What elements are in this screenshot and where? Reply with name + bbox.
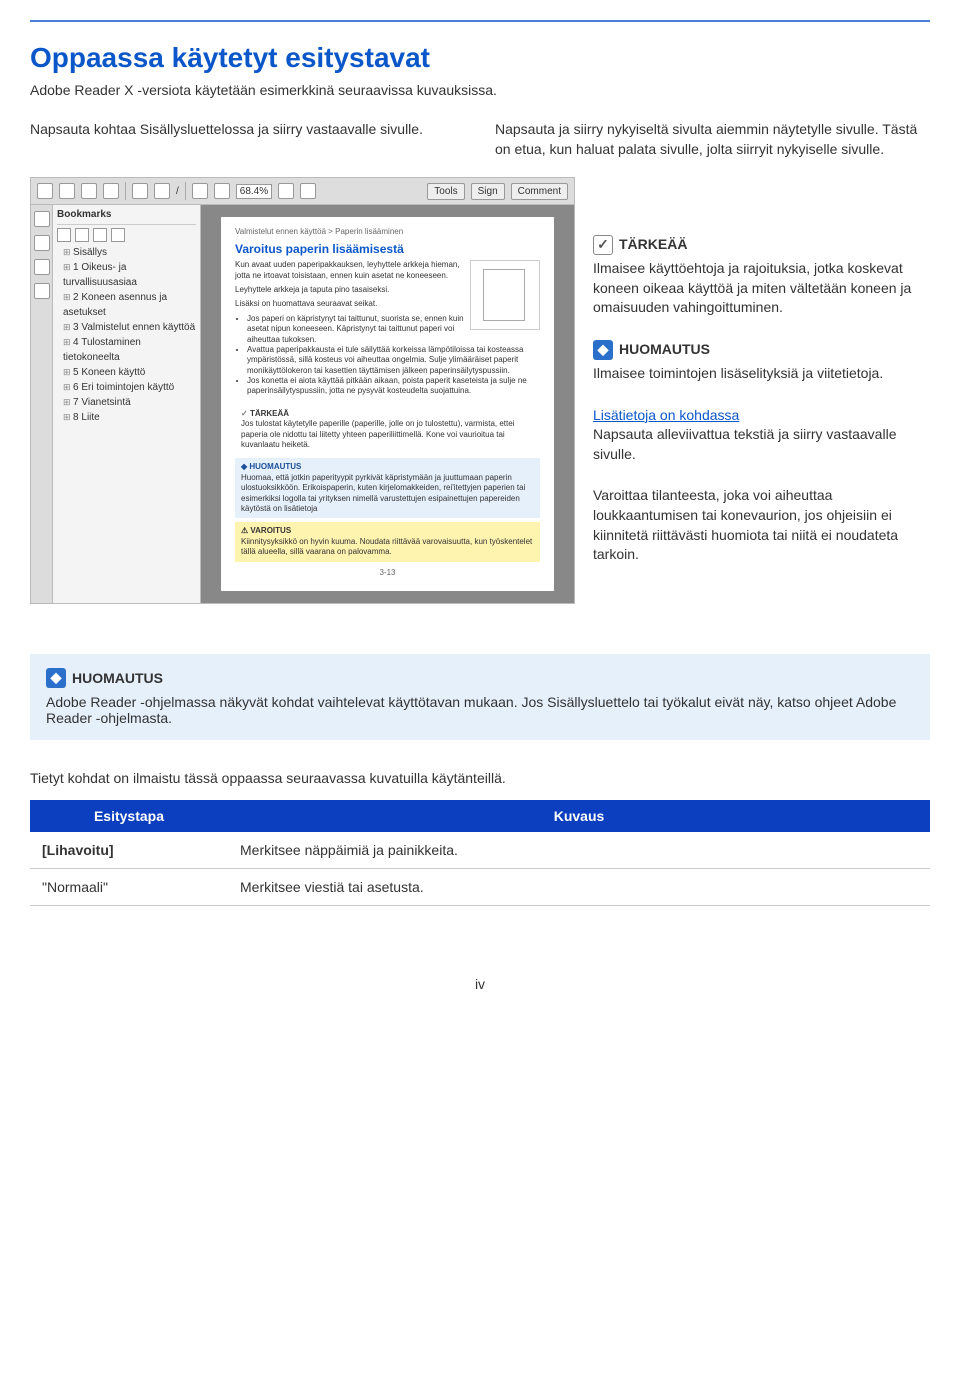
info-callout-body: Ilmaisee toimintojen lisäselityksiä ja v… (593, 364, 930, 384)
important-note: TÄRKEÄÄ Jos tulostat käytetylle paperill… (235, 405, 540, 455)
separator (185, 182, 186, 200)
info-note: HUOMAUTUS Huomaa, että jotkin paperityyp… (235, 458, 540, 518)
zoom-in-icon[interactable] (214, 183, 230, 199)
signatures-icon[interactable] (34, 283, 50, 299)
paper-illustration (470, 260, 540, 330)
huomautus-body: Adobe Reader -ohjelmassa näkyvät kohdat … (46, 694, 914, 726)
fit-icon[interactable] (278, 183, 294, 199)
warning-body: Kiinnitysyksikkö on hyvin kuuma. Noudata… (241, 537, 534, 558)
warning-callout: Varoittaa tilanteesta, joka voi aiheutta… (593, 486, 930, 564)
prev-page-icon[interactable] (132, 183, 148, 199)
info-body: Huomaa, että jotkin paperityypit pyrkivä… (241, 473, 534, 515)
bookmarks-list: Sisällys 1 Oikeus- ja turvallisuusasiaa … (57, 245, 196, 425)
adobe-toolbar: / 68.4% Tools Sign Comment (31, 178, 574, 205)
thumbnails-icon[interactable] (34, 211, 50, 227)
important-callout: ✓ TÄRKEÄÄ Ilmaisee käyttöehtoja ja rajoi… (593, 235, 930, 318)
link-body: Napsauta alleviivattua tekstiä ja siirry… (593, 425, 930, 464)
pdf-page: Valmistelut ennen käyttöä > Paperin lisä… (221, 217, 554, 590)
important-callout-head: TÄRKEÄÄ (619, 235, 687, 255)
bookmark-item[interactable]: 3 Valmistelut ennen käyttöä (57, 320, 196, 335)
callout-right: Napsauta ja siirry nykyiseltä sivulta ai… (495, 120, 930, 159)
bookmarks-panel: Bookmarks Sisällys 1 Oikeus- ja turvalli… (53, 205, 201, 602)
adobe-nav-strip (31, 205, 53, 602)
page-list-item: Jos konetta ei aiota käyttää pitkään aik… (247, 376, 540, 397)
table-row: [Lihavoitu] Merkitsee näppäimiä ja paini… (30, 832, 930, 869)
page-title: Oppaassa käytetyt esitystavat (30, 42, 930, 74)
bookmark-item[interactable]: 2 Koneen asennus ja asetukset (57, 290, 196, 320)
bookmark-item[interactable]: 4 Tulostaminen tietokoneelta (57, 335, 196, 365)
page-list-item: Avattua paperipakkausta ei tule säilyttä… (247, 345, 540, 376)
bookmarks-icon[interactable] (34, 235, 50, 251)
page-field[interactable]: / (176, 186, 179, 197)
top-rule (30, 20, 930, 22)
huomautus-head: HUOMAUTUS (72, 670, 163, 686)
check-icon: ✓ (593, 235, 613, 255)
print-icon[interactable] (81, 183, 97, 199)
important-callout-body: Ilmaisee käyttöehtoja ja rajoituksia, jo… (593, 259, 930, 318)
bookmark-item[interactable]: 6 Eri toimintojen käyttö (57, 380, 196, 395)
info-head: HUOMAUTUS (241, 462, 534, 472)
save-icon[interactable] (59, 183, 75, 199)
bm-find-icon[interactable] (111, 228, 125, 242)
fit-width-icon[interactable] (300, 183, 316, 199)
separator (125, 182, 126, 200)
warning-callout-body: Varoittaa tilanteesta, joka voi aiheutta… (593, 486, 930, 564)
warning-head: VAROITUS (241, 526, 534, 536)
mail-icon[interactable] (103, 183, 119, 199)
important-head: TÄRKEÄÄ (241, 409, 534, 419)
zoom-out-icon[interactable] (192, 183, 208, 199)
zoom-field[interactable]: 68.4% (236, 184, 272, 199)
link-callout: Lisätietoja on kohdassa Napsauta allevii… (593, 406, 930, 465)
bm-new-icon[interactable] (75, 228, 89, 242)
cell-desc: Merkitsee viestiä tai asetusta. (228, 868, 930, 905)
conventions-table: Esitystapa Kuvaus [Lihavoitu] Merkitsee … (30, 800, 930, 906)
cell-desc: Merkitsee näppäimiä ja painikkeita. (228, 832, 930, 869)
info-callout: ◆ HUOMAUTUS Ilmaisee toimintojen lisäsel… (593, 340, 930, 384)
diamond-icon: ◆ (593, 340, 613, 360)
bookmark-item[interactable]: Sisällys (57, 245, 196, 260)
important-body: Jos tulostat käytetylle paperille (paper… (241, 419, 534, 450)
diamond-icon: ◆ (46, 668, 66, 688)
bookmark-item[interactable]: 5 Koneen käyttö (57, 365, 196, 380)
bookmarks-panel-label: Bookmarks (57, 209, 196, 225)
huomautus-box: ◆ HUOMAUTUS Adobe Reader -ohjelmassa näk… (30, 654, 930, 740)
tail-text: Tietyt kohdat on ilmaistu tässä oppaassa… (30, 770, 930, 786)
info-callout-head: HUOMAUTUS (619, 340, 710, 360)
open-icon[interactable] (37, 183, 53, 199)
cell-bold: [Lihavoitu] (42, 842, 114, 858)
pdf-page-number: 3-13 (235, 568, 540, 577)
bm-options-icon[interactable] (57, 228, 71, 242)
attachments-icon[interactable] (34, 259, 50, 275)
page-footer-number: iv (30, 976, 930, 992)
intro-text: Adobe Reader X -versiota käytetään esime… (30, 82, 930, 98)
bookmark-item[interactable]: 1 Oikeus- ja turvallisuusasiaa (57, 260, 196, 290)
bm-expand-icon[interactable] (93, 228, 107, 242)
th-esitystapa: Esitystapa (30, 800, 228, 832)
page-heading: Varoitus paperin lisäämisestä (235, 242, 540, 256)
comment-button[interactable]: Comment (511, 183, 568, 200)
table-row: "Normaali" Merkitsee viestiä tai asetust… (30, 868, 930, 905)
warning-note: VAROITUS Kiinnitysyksikkö on hyvin kuuma… (235, 522, 540, 561)
callout-left: Napsauta kohtaa Sisällysluettelossa ja s… (30, 120, 465, 159)
adobe-page-area: Valmistelut ennen käyttöä > Paperin lisä… (201, 205, 574, 602)
adobe-reader-window: / 68.4% Tools Sign Comment (30, 177, 575, 603)
tools-button[interactable]: Tools (427, 183, 464, 200)
bookmark-item[interactable]: 8 Liite (57, 410, 196, 425)
link-text[interactable]: Lisätietoja on kohdassa (593, 407, 739, 423)
cell-normal: "Normaali" (30, 868, 228, 905)
bookmark-item[interactable]: 7 Vianetsintä (57, 395, 196, 410)
breadcrumb: Valmistelut ennen käyttöä > Paperin lisä… (235, 227, 540, 236)
next-page-icon[interactable] (154, 183, 170, 199)
th-kuvaus: Kuvaus (228, 800, 930, 832)
sign-button[interactable]: Sign (471, 183, 505, 200)
